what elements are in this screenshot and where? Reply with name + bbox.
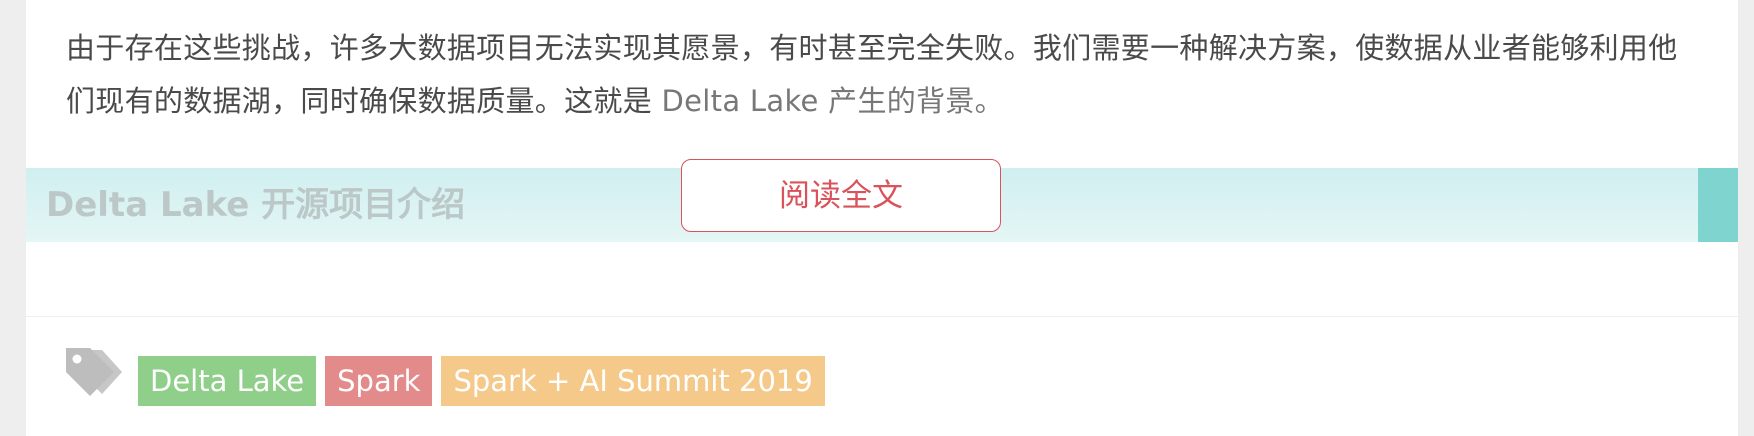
tag-list: Delta Lake Spark Spark + AI Summit 2019 [138, 356, 825, 406]
section-title: Delta Lake 开源项目介绍 [46, 185, 466, 225]
tag-delta-lake[interactable]: Delta Lake [138, 356, 317, 406]
article-paragraph: 由于存在这些挑战，许多大数据项目无法实现其愿景，有时甚至完全失败。我们需要一种解… [66, 22, 1706, 128]
tag-spark[interactable]: Spark [325, 356, 433, 406]
tag-spark-ai-summit-2019[interactable]: Spark + AI Summit 2019 [441, 356, 825, 406]
article-page: 由于存在这些挑战，许多大数据项目无法实现其愿景，有时甚至完全失败。我们需要一种解… [26, 0, 1738, 436]
divider [26, 316, 1738, 317]
tags-icon [66, 348, 122, 396]
section-bar-accent [1698, 168, 1738, 242]
read-more-button[interactable]: 阅读全文 [681, 159, 1001, 232]
paragraph-text-faded: Delta Lake 产生的背景。 [661, 84, 1004, 118]
